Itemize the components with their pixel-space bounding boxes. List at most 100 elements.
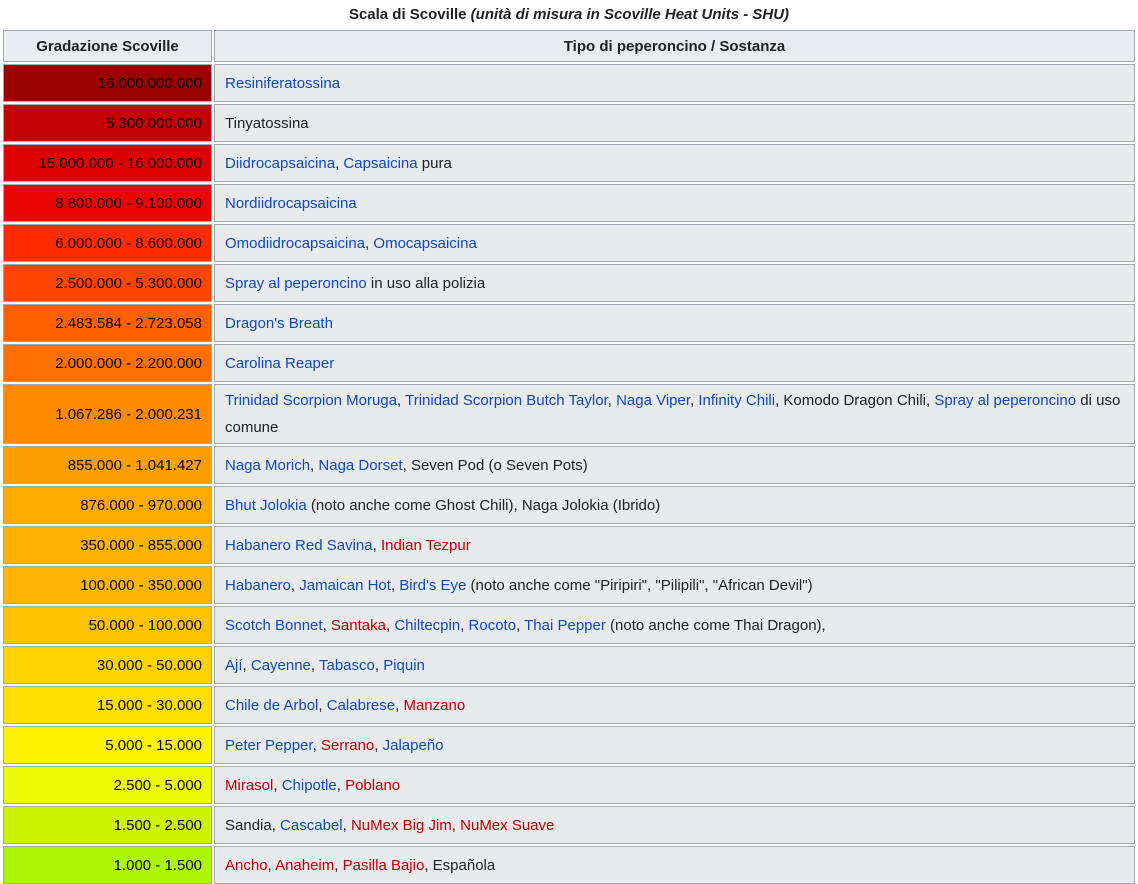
scoville-range-cell: 350.000 - 855.000	[3, 526, 212, 564]
pepper-link[interactable]: Trinidad Scorpion Butch Taylor	[405, 392, 608, 409]
scoville-range-cell: 1.067.286 - 2.000.231	[3, 384, 212, 444]
pepper-redlink[interactable]: Indian Tezpur	[381, 537, 471, 554]
table-row: 876.000 - 970.000 Bhut Jolokia (noto anch…	[3, 486, 1135, 524]
scoville-range-cell: 5.000 - 15.000	[3, 726, 212, 764]
pepper-link[interactable]: Bhut Jolokia	[225, 497, 307, 514]
table-row: 2.000.000 - 2.200.000 Carolina Reaper	[3, 344, 1135, 382]
pepper-redlink[interactable]: Ancho	[225, 857, 268, 874]
table-row: 15.000.000 - 16.000.000 Diidrocapsaicina,…	[3, 144, 1135, 182]
pepper-text: (noto anche come Thai Dragon),	[605, 616, 826, 634]
table-title: Scala di Scoville (unità di misura in Sc…	[0, 0, 1138, 28]
scoville-range-cell: 15.000 - 30.000	[3, 686, 212, 724]
pepper-link[interactable]: Naga Viper	[616, 392, 690, 409]
pepper-redlink[interactable]: NuMex Big Jim	[351, 817, 452, 834]
pepper-link[interactable]: Capsaicina	[343, 155, 417, 172]
table-row: 8.800.000 - 9.100.000 Nordiidrocapsaicina	[3, 184, 1135, 222]
pepper-redlink[interactable]: Manzano	[403, 697, 465, 714]
pepper-link[interactable]: Cascabel	[280, 817, 343, 834]
scoville-range-cell: 6.000.000 - 8.600.000	[3, 224, 212, 262]
pepper-link[interactable]: Naga Dorset	[318, 457, 402, 474]
pepper-link[interactable]: Calabrese	[327, 697, 395, 714]
pepper-text: , Española	[424, 856, 496, 874]
pepper-type-cell: Bhut Jolokia (noto anche come Ghost Chil…	[214, 486, 1135, 524]
pepper-text: ,	[334, 856, 343, 874]
scoville-range-cell: 855.000 - 1.041.427	[3, 446, 212, 484]
pepper-link[interactable]: Carolina Reaper	[225, 355, 334, 372]
pepper-text: , Seven Pod (o Seven Pots)	[402, 456, 588, 474]
pepper-link[interactable]: Piquin	[383, 657, 425, 674]
pepper-link[interactable]: Ají	[225, 657, 243, 674]
pepper-link[interactable]: Habanero Red Savina	[225, 537, 373, 554]
col-header-gradazione: Gradazione Scoville	[3, 30, 212, 62]
scoville-range-cell: 2.483.584 - 2.723.058	[3, 304, 212, 342]
pepper-type-cell: Trinidad Scorpion Moruga, Trinidad Scorp…	[214, 384, 1135, 444]
pepper-link[interactable]: Trinidad Scorpion Moruga	[225, 392, 397, 409]
pepper-text: in uso alla polizia	[366, 274, 486, 292]
pepper-redlink[interactable]: Poblano	[345, 777, 400, 794]
pepper-link[interactable]: Diidrocapsaicina	[225, 155, 335, 172]
pepper-text: ,	[310, 656, 319, 674]
pepper-redlink[interactable]: Serrano	[321, 737, 374, 754]
pepper-link[interactable]: Nordiidrocapsaicina	[225, 195, 357, 212]
pepper-text: ,	[516, 616, 525, 634]
pepper-link[interactable]: Scotch Bonnet	[225, 617, 323, 634]
pepper-redlink[interactable]: Anaheim	[275, 857, 334, 874]
pepper-text: ,	[242, 656, 251, 674]
pepper-link[interactable]: Chile de Arbol	[225, 697, 318, 714]
pepper-text: ,	[372, 536, 381, 554]
pepper-link[interactable]: Resiniferatossina	[225, 75, 340, 92]
pepper-link[interactable]: Jalapeño	[383, 737, 444, 754]
scoville-range-cell: 8.800.000 - 9.100.000	[3, 184, 212, 222]
pepper-link[interactable]: Rocoto	[469, 617, 517, 634]
pepper-link[interactable]: Spray al peperoncino	[225, 275, 367, 292]
table-row: 1.500 - 2.500 Sandia, Cascabel, NuMex Big…	[3, 806, 1135, 844]
scoville-range-cell: 50.000 - 100.000	[3, 606, 212, 644]
pepper-redlink[interactable]: Pasilla Bajio	[343, 857, 425, 874]
scoville-range-cell: 1.500 - 2.500	[3, 806, 212, 844]
pepper-redlink[interactable]: Santaka	[331, 617, 386, 634]
pepper-type-cell: Spray al peperoncino in uso alla polizia	[214, 264, 1135, 302]
pepper-link[interactable]: Spray al peperoncino	[934, 392, 1076, 409]
pepper-link[interactable]: Infinity Chili	[698, 392, 775, 409]
pepper-link[interactable]: Dragon's Breath	[225, 315, 333, 332]
pepper-link[interactable]: Omocapsaicina	[373, 235, 476, 252]
pepper-text: Sandia,	[225, 816, 281, 834]
pepper-link[interactable]: Omodiidrocapsaicina	[225, 235, 365, 252]
pepper-link[interactable]: Thai Pepper	[524, 617, 606, 634]
pepper-link[interactable]: Peter Pepper	[225, 737, 313, 754]
scoville-range-cell: 2.500.000 - 5.300.000	[3, 264, 212, 302]
pepper-link[interactable]: Habanero	[225, 577, 291, 594]
pepper-text: ,	[273, 776, 282, 794]
pepper-link[interactable]: Cayenne	[251, 657, 311, 674]
pepper-link[interactable]: Naga Morich	[225, 457, 310, 474]
pepper-type-cell: Naga Morich, Naga Dorset, Seven Pod (o S…	[214, 446, 1135, 484]
pepper-text: ,	[607, 392, 617, 409]
pepper-redlink[interactable]: Mirasol	[225, 777, 273, 794]
pepper-link[interactable]: Jamaican Hot	[299, 577, 391, 594]
pepper-link[interactable]: Chiltecpin	[394, 617, 460, 634]
table-row: 1.067.286 - 2.000.231 Trinidad Scorpion M…	[3, 384, 1135, 444]
title-subtitle: (unità di misura in Scoville Heat Units …	[470, 6, 790, 23]
pepper-type-cell: Ají, Cayenne, Tabasco, Piquin	[214, 646, 1135, 684]
pepper-text: ,	[374, 736, 383, 754]
table-row: 30.000 - 50.000 Ají, Cayenne, Tabasco, Pi…	[3, 646, 1135, 684]
col-header-tipo: Tipo di peperoncino / Sostanza	[214, 30, 1135, 62]
pepper-text: ,	[336, 776, 346, 794]
pepper-type-cell: Diidrocapsaicina, Capsaicina pura	[214, 144, 1135, 182]
scoville-range-cell: 30.000 - 50.000	[3, 646, 212, 684]
scoville-range-cell: 15.000.000 - 16.000.000	[3, 144, 212, 182]
pepper-type-cell: Ancho, Anaheim, Pasilla Bajio, Española	[214, 846, 1135, 884]
pepper-link[interactable]: Bird's Eye	[399, 577, 466, 594]
header-row: Gradazione Scoville Tipo di peperoncino …	[3, 30, 1135, 62]
table-row: 1.000 - 1.500 Ancho, Anaheim, Pasilla Baj…	[3, 846, 1135, 884]
pepper-link[interactable]: Tabasco	[319, 657, 375, 674]
pepper-type-cell: Tinyatossina	[214, 104, 1135, 142]
pepper-text: ,	[290, 576, 300, 594]
pepper-redlink[interactable]: NuMex Suave	[460, 817, 554, 834]
pepper-link[interactable]: Chipotle	[282, 777, 337, 794]
pepper-type-cell: Chile de Arbol, Calabrese, Manzano	[214, 686, 1135, 724]
pepper-type-cell: Nordiidrocapsaicina	[214, 184, 1135, 222]
table-row: 15.000 - 30.000 Chile de Arbol, Calabrese…	[3, 686, 1135, 724]
pepper-text: ,	[318, 696, 327, 714]
table-body: 16.000.000.000 Resiniferatossina 5.300.000…	[3, 64, 1135, 884]
